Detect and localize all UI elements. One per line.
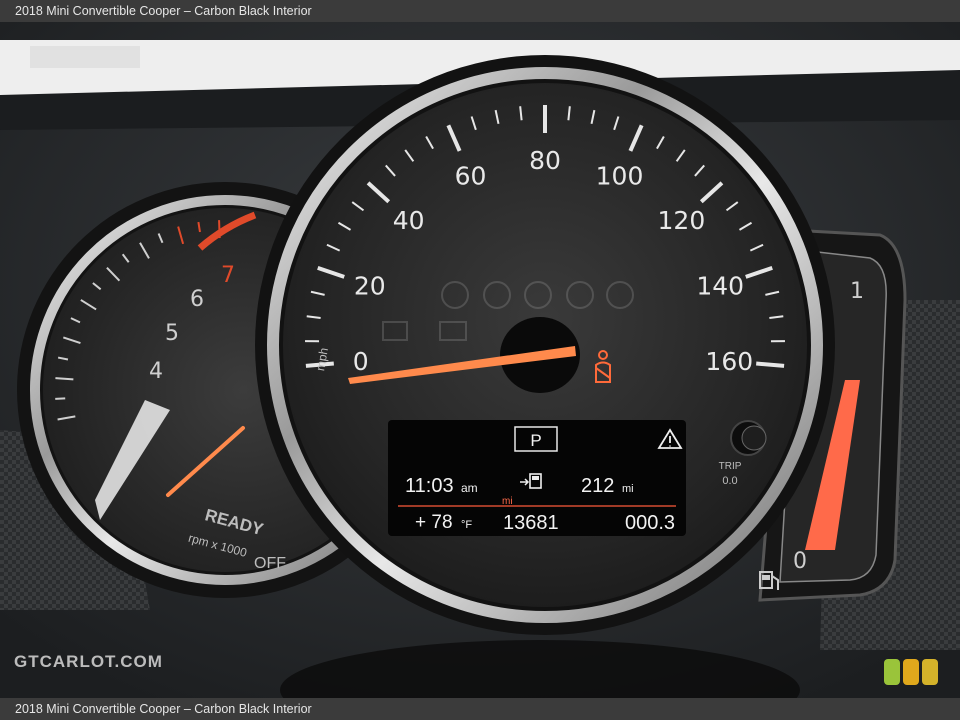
temperature-unit: °F [461, 519, 472, 531]
rating-dot-yellow [922, 659, 938, 685]
outside-temperature: + 78 [415, 512, 453, 533]
footer-caption-bar: 2018 Mini Convertible Cooper – Carbon Bl… [0, 698, 960, 720]
footer-caption: 2018 Mini Convertible Cooper – Carbon Bl… [15, 702, 312, 716]
clock-time: 11:03 [405, 475, 454, 497]
tach-label-4: 4 [149, 359, 163, 384]
cluster-svg: 1 0 4 5 6 7 READY rpm x 1000 OFF 0 20 40… [0, 22, 960, 698]
speed-label-0: 0 [353, 347, 369, 376]
tach-tick [55, 397, 66, 400]
tach-tick [218, 220, 221, 239]
tach-label-5: 5 [165, 321, 179, 346]
rating-dots [884, 659, 941, 690]
speed-label-120: 120 [658, 206, 706, 235]
speed-label-20: 20 [354, 272, 386, 301]
rating-dot-orange [903, 659, 919, 685]
speed-label-40: 40 [393, 206, 425, 235]
speed-label-140: 140 [696, 272, 744, 301]
trip-reset-knob[interactable] [730, 420, 767, 456]
trip-reset-value: 0.0 [722, 475, 737, 487]
tach-label-7: 7 [221, 263, 235, 288]
header-caption-bar: 2018 Mini Convertible Cooper – Carbon Bl… [0, 0, 960, 22]
info-display: P 11:03 am 212 mi mi + 78 °F 13681 000.3 [388, 420, 686, 536]
trip-meter-value: 000.3 [625, 512, 675, 534]
speed-label-100: 100 [596, 162, 644, 191]
fuel-range-value: 212 [581, 475, 614, 497]
fuel-range-unit: mi [622, 483, 634, 495]
rating-dot-green [884, 659, 900, 685]
trip-label: TRIP [719, 461, 742, 472]
odometer-unit: mi [502, 496, 513, 507]
tach-tick [55, 377, 74, 381]
window-sticker [30, 46, 140, 68]
speed-major-tick [756, 361, 785, 368]
gear-indicator: P [530, 431, 541, 450]
site-watermark: GTCARLOT.COM [14, 652, 163, 671]
speed-label-80: 80 [529, 146, 561, 175]
fuel-full-label: 1 [850, 279, 864, 304]
speedometer: 0 20 40 60 80 100 120 140 160 mph TRIP 0… [255, 55, 835, 635]
odometer-value: 13681 [503, 512, 559, 534]
tach-label-6: 6 [190, 287, 204, 312]
speed-label-60: 60 [455, 162, 487, 191]
fuel-empty-label: 0 [793, 549, 807, 574]
instrument-cluster-photo: 1 0 4 5 6 7 READY rpm x 1000 OFF 0 20 40… [0, 22, 960, 698]
speed-label-160: 160 [705, 347, 753, 376]
header-title: 2018 Mini Convertible Cooper – Carbon Bl… [15, 4, 312, 18]
off-label: OFF [254, 555, 286, 572]
clock-ampm: am [461, 481, 478, 495]
